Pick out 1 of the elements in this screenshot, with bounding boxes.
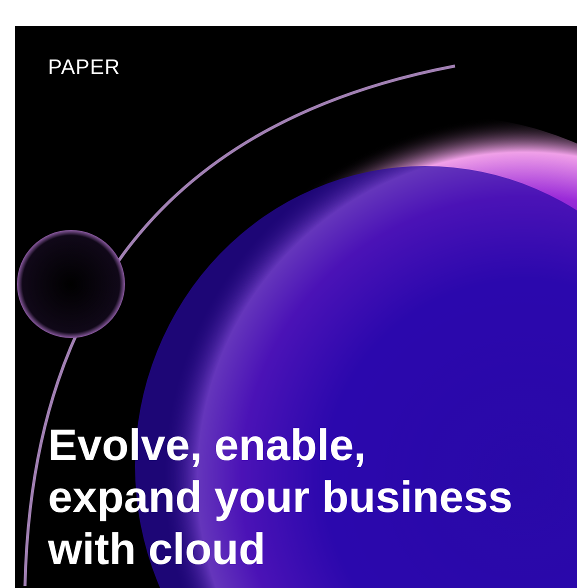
category-label: PAPER (48, 56, 122, 80)
